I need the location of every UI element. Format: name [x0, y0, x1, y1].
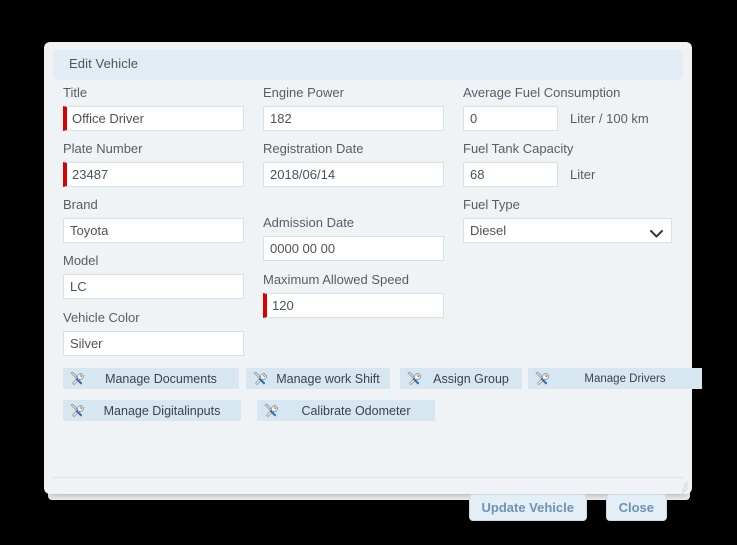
- dialog-footer: Update Vehicle Close: [44, 478, 692, 534]
- dialog-titlebar: Edit Vehicle: [53, 50, 683, 80]
- tool-button-row-1: Manage Documents Manage work Shift Assig…: [63, 368, 702, 395]
- vehicle-color-input[interactable]: [63, 331, 244, 356]
- manage-digitalinputs-button[interactable]: Manage Digitalinputs: [63, 400, 241, 421]
- wrench-screwdriver-icon: [69, 403, 84, 418]
- fuel-type-select[interactable]: Diesel: [463, 218, 672, 243]
- close-button[interactable]: Close: [605, 494, 667, 521]
- label-fuel-tank-capacity: Fuel Tank Capacity: [463, 141, 574, 156]
- tool-button-label: Calibrate Odometer: [301, 403, 411, 418]
- label-model: Model: [63, 253, 99, 268]
- dialog-resize-handle[interactable]: [674, 476, 689, 497]
- engine-power-input[interactable]: [263, 106, 444, 131]
- label-average-fuel-consumption: Average Fuel Consumption: [463, 85, 621, 100]
- label-vehicle-color: Vehicle Color: [63, 310, 140, 325]
- field-plate-number: Plate Number: [63, 142, 244, 187]
- tool-button-label: Manage Digitalinputs: [103, 403, 221, 418]
- assign-group-button[interactable]: Assign Group: [400, 368, 522, 389]
- edit-vehicle-dialog: Edit Vehicle Title Plate Number Brand Mo…: [44, 42, 702, 521]
- tool-button-row-2: Manage Digitalinputs Calibrate Odometer: [63, 400, 683, 427]
- fuel-tank-capacity-input[interactable]: [463, 162, 558, 187]
- field-model: Model: [63, 254, 244, 299]
- tool-button-label: Manage Documents: [105, 371, 217, 386]
- tool-button-label: Manage work Shift: [276, 371, 380, 386]
- wrench-screwdriver-icon: [534, 371, 549, 386]
- wrench-screwdriver-icon: [406, 371, 421, 386]
- calibrate-odometer-button[interactable]: Calibrate Odometer: [257, 400, 435, 421]
- maximum-allowed-speed-input[interactable]: [263, 293, 444, 318]
- wrench-screwdriver-icon: [263, 403, 278, 418]
- title-input[interactable]: [63, 106, 244, 131]
- vehicle-form: Title Plate Number Brand Model Vehicle C…: [44, 86, 692, 416]
- tool-button-label: Manage Drivers: [584, 372, 666, 385]
- field-title: Title: [63, 86, 244, 131]
- unit-average-fuel-consumption: Liter / 100 km: [570, 111, 649, 126]
- label-engine-power: Engine Power: [263, 85, 344, 100]
- field-average-fuel-consumption: Average Fuel Consumption Liter / 100 km: [463, 86, 649, 131]
- label-fuel-type: Fuel Type: [463, 197, 520, 212]
- manage-drivers-button[interactable]: Manage Drivers: [528, 368, 702, 389]
- label-maximum-allowed-speed: Maximum Allowed Speed: [263, 272, 409, 287]
- label-title: Title: [63, 85, 88, 100]
- wrench-screwdriver-icon: [69, 371, 84, 386]
- average-fuel-consumption-input[interactable]: [463, 106, 558, 131]
- dialog-title: Edit Vehicle: [69, 56, 139, 71]
- field-registration-date: Registration Date: [263, 142, 444, 187]
- unit-fuel-tank-capacity: Liter: [570, 167, 596, 182]
- field-maximum-allowed-speed: Maximum Allowed Speed: [263, 273, 444, 318]
- label-registration-date: Registration Date: [263, 141, 364, 156]
- brand-input[interactable]: [63, 218, 244, 243]
- label-plate-number: Plate Number: [63, 141, 143, 156]
- tool-button-label: Assign Group: [433, 371, 509, 386]
- manage-work-shift-button[interactable]: Manage work Shift: [246, 368, 390, 389]
- admission-date-input[interactable]: [263, 236, 444, 261]
- manage-documents-button[interactable]: Manage Documents: [63, 368, 239, 389]
- model-input[interactable]: [63, 274, 244, 299]
- field-engine-power: Engine Power: [263, 86, 444, 131]
- registration-date-input[interactable]: [263, 162, 444, 187]
- field-fuel-type: Fuel Type Diesel: [463, 198, 672, 243]
- label-admission-date: Admission Date: [263, 215, 355, 230]
- field-vehicle-color: Vehicle Color: [63, 311, 244, 356]
- field-brand: Brand: [63, 198, 244, 243]
- tool-buttons-area: Manage Documents Manage work Shift Assig…: [63, 368, 702, 432]
- update-vehicle-button[interactable]: Update Vehicle: [468, 494, 587, 521]
- field-admission-date: Admission Date: [263, 216, 444, 261]
- plate-number-input[interactable]: [63, 162, 244, 187]
- field-fuel-tank-capacity: Fuel Tank Capacity Liter: [463, 142, 595, 187]
- wrench-screwdriver-icon: [252, 371, 267, 386]
- label-brand: Brand: [63, 197, 98, 212]
